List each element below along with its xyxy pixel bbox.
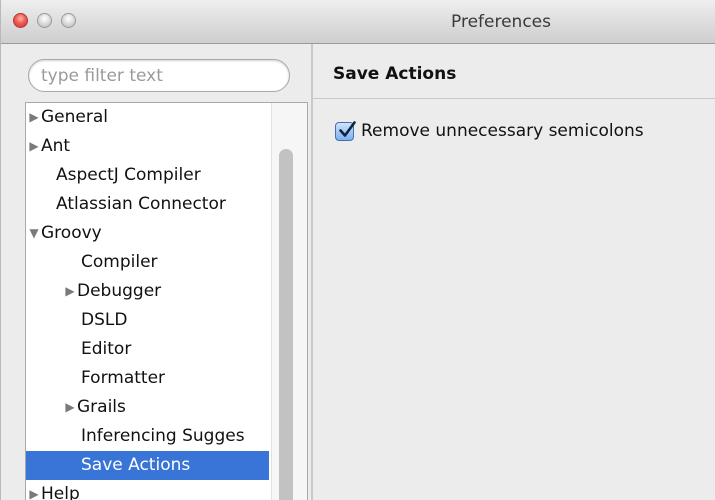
tree-item-help[interactable]: ▶ Help (26, 480, 269, 500)
tree-item-label: Compiler (81, 252, 158, 272)
tree-item-label: Help (41, 484, 80, 500)
tree-item-ant[interactable]: ▶ Ant (26, 132, 269, 161)
preferences-navigation-pane: ▶General▶AntAspectJ CompilerAtlassian Co… (1, 44, 311, 500)
tree-item-grails[interactable]: ▶ Grails (26, 393, 269, 422)
tree-item-formatter[interactable]: Formatter (26, 364, 269, 393)
tree-item-editor[interactable]: Editor (26, 335, 269, 364)
tree-item-label: Formatter (81, 368, 166, 388)
remove-semicolons-label: Remove unnecessary semicolons (361, 121, 644, 141)
disclosure-collapsed-icon[interactable]: ▶ (28, 480, 40, 500)
checkmark-icon (339, 121, 356, 137)
page-title: Save Actions (313, 44, 715, 99)
tree-item-label: Editor (81, 339, 132, 359)
tree-item-label: Grails (77, 397, 126, 417)
tree-item-debugger[interactable]: ▶ Debugger (26, 277, 269, 306)
zoom-window-button[interactable] (61, 13, 76, 28)
disclosure-collapsed-icon[interactable]: ▶ (28, 103, 40, 132)
tree-item-label: Ant (41, 136, 71, 156)
tree-item-general[interactable]: ▶ General (26, 103, 269, 132)
tree-item-atlassian-connector[interactable]: Atlassian Connector (26, 190, 269, 219)
disclosure-collapsed-icon[interactable]: ▶ (64, 393, 76, 422)
tree-item-label: Atlassian Connector (56, 194, 226, 214)
tree-item-label: General (41, 107, 108, 127)
filter-input[interactable] (28, 59, 290, 92)
tree-scrollbar[interactable] (271, 103, 307, 500)
tree-item-groovy[interactable]: ▼ Groovy (26, 219, 269, 248)
preferences-content-pane: Save Actions Remove unnecessary semicolo… (313, 44, 715, 500)
tree-item-label: AspectJ Compiler (56, 165, 201, 185)
tree-item-dsld[interactable]: DSLD (26, 306, 269, 335)
tree-list: ▶ General ▶ Ant AspectJ Compiler Atlassian Co… (26, 103, 269, 500)
tree-item-label: Groovy (41, 223, 102, 243)
remove-semicolons-checkbox[interactable] (335, 121, 356, 141)
tree-item-label: DSLD (81, 310, 128, 330)
minimize-window-button[interactable] (37, 13, 52, 28)
title-bar[interactable]: Preferences (1, 0, 715, 44)
tree-item-inferencing-sugges[interactable]: Inferencing Sugges (26, 422, 269, 451)
tree-item-save-actions[interactable]: Save Actions (26, 451, 269, 480)
scrollbar-thumb[interactable] (279, 149, 293, 500)
preferences-window: Preferences ▶General▶AntAspectJ Compiler… (0, 0, 715, 500)
tree-item-compiler[interactable]: Compiler (26, 248, 269, 277)
tree-item-aspectj-compiler[interactable]: AspectJ Compiler (26, 161, 269, 190)
disclosure-collapsed-icon[interactable]: ▶ (28, 132, 40, 161)
tree-item-label: Debugger (77, 281, 162, 301)
preferences-tree: ▶ General ▶ Ant AspectJ Compiler Atlassian Co… (25, 102, 308, 500)
close-window-button[interactable] (13, 13, 28, 28)
disclosure-expanded-icon[interactable]: ▼ (28, 219, 40, 248)
tree-item-label: Save Actions (81, 455, 191, 475)
window-title: Preferences (451, 12, 551, 32)
tree-item-label: Inferencing Sugges (81, 426, 245, 446)
disclosure-collapsed-icon[interactable]: ▶ (64, 277, 76, 306)
